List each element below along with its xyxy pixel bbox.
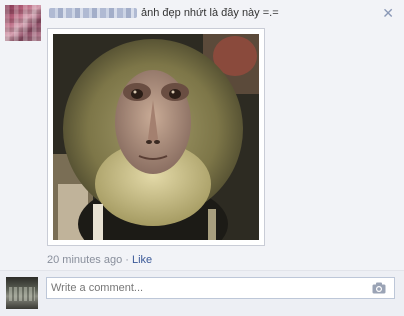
meta-separator: · bbox=[122, 254, 132, 266]
comment-bar bbox=[0, 270, 404, 316]
story-card: ảnh đẹp nhứt là đây này =.= ✕ 20 minutes… bbox=[0, 0, 404, 316]
monkey-image bbox=[53, 34, 259, 240]
status-text: ảnh đẹp nhứt là đây này =.= bbox=[141, 7, 279, 19]
like-link[interactable]: Like bbox=[132, 254, 152, 266]
viewer-avatar bbox=[6, 277, 38, 309]
post-area: ảnh đẹp nhứt là đây này =.= ✕ 20 minutes… bbox=[0, 0, 404, 270]
close-icon[interactable]: ✕ bbox=[382, 5, 394, 22]
post-photo[interactable] bbox=[53, 34, 259, 240]
photo-frame[interactable] bbox=[47, 28, 265, 246]
post-meta: 20 minutes ago · Like bbox=[47, 254, 152, 266]
post-header: ảnh đẹp nhứt là đây này =.= bbox=[49, 7, 279, 19]
author-name-redacted[interactable] bbox=[49, 8, 137, 19]
author-avatar[interactable] bbox=[5, 5, 41, 41]
camera-icon[interactable] bbox=[372, 282, 386, 294]
timestamp[interactable]: 20 minutes ago bbox=[47, 254, 122, 266]
comment-input[interactable] bbox=[46, 277, 395, 299]
